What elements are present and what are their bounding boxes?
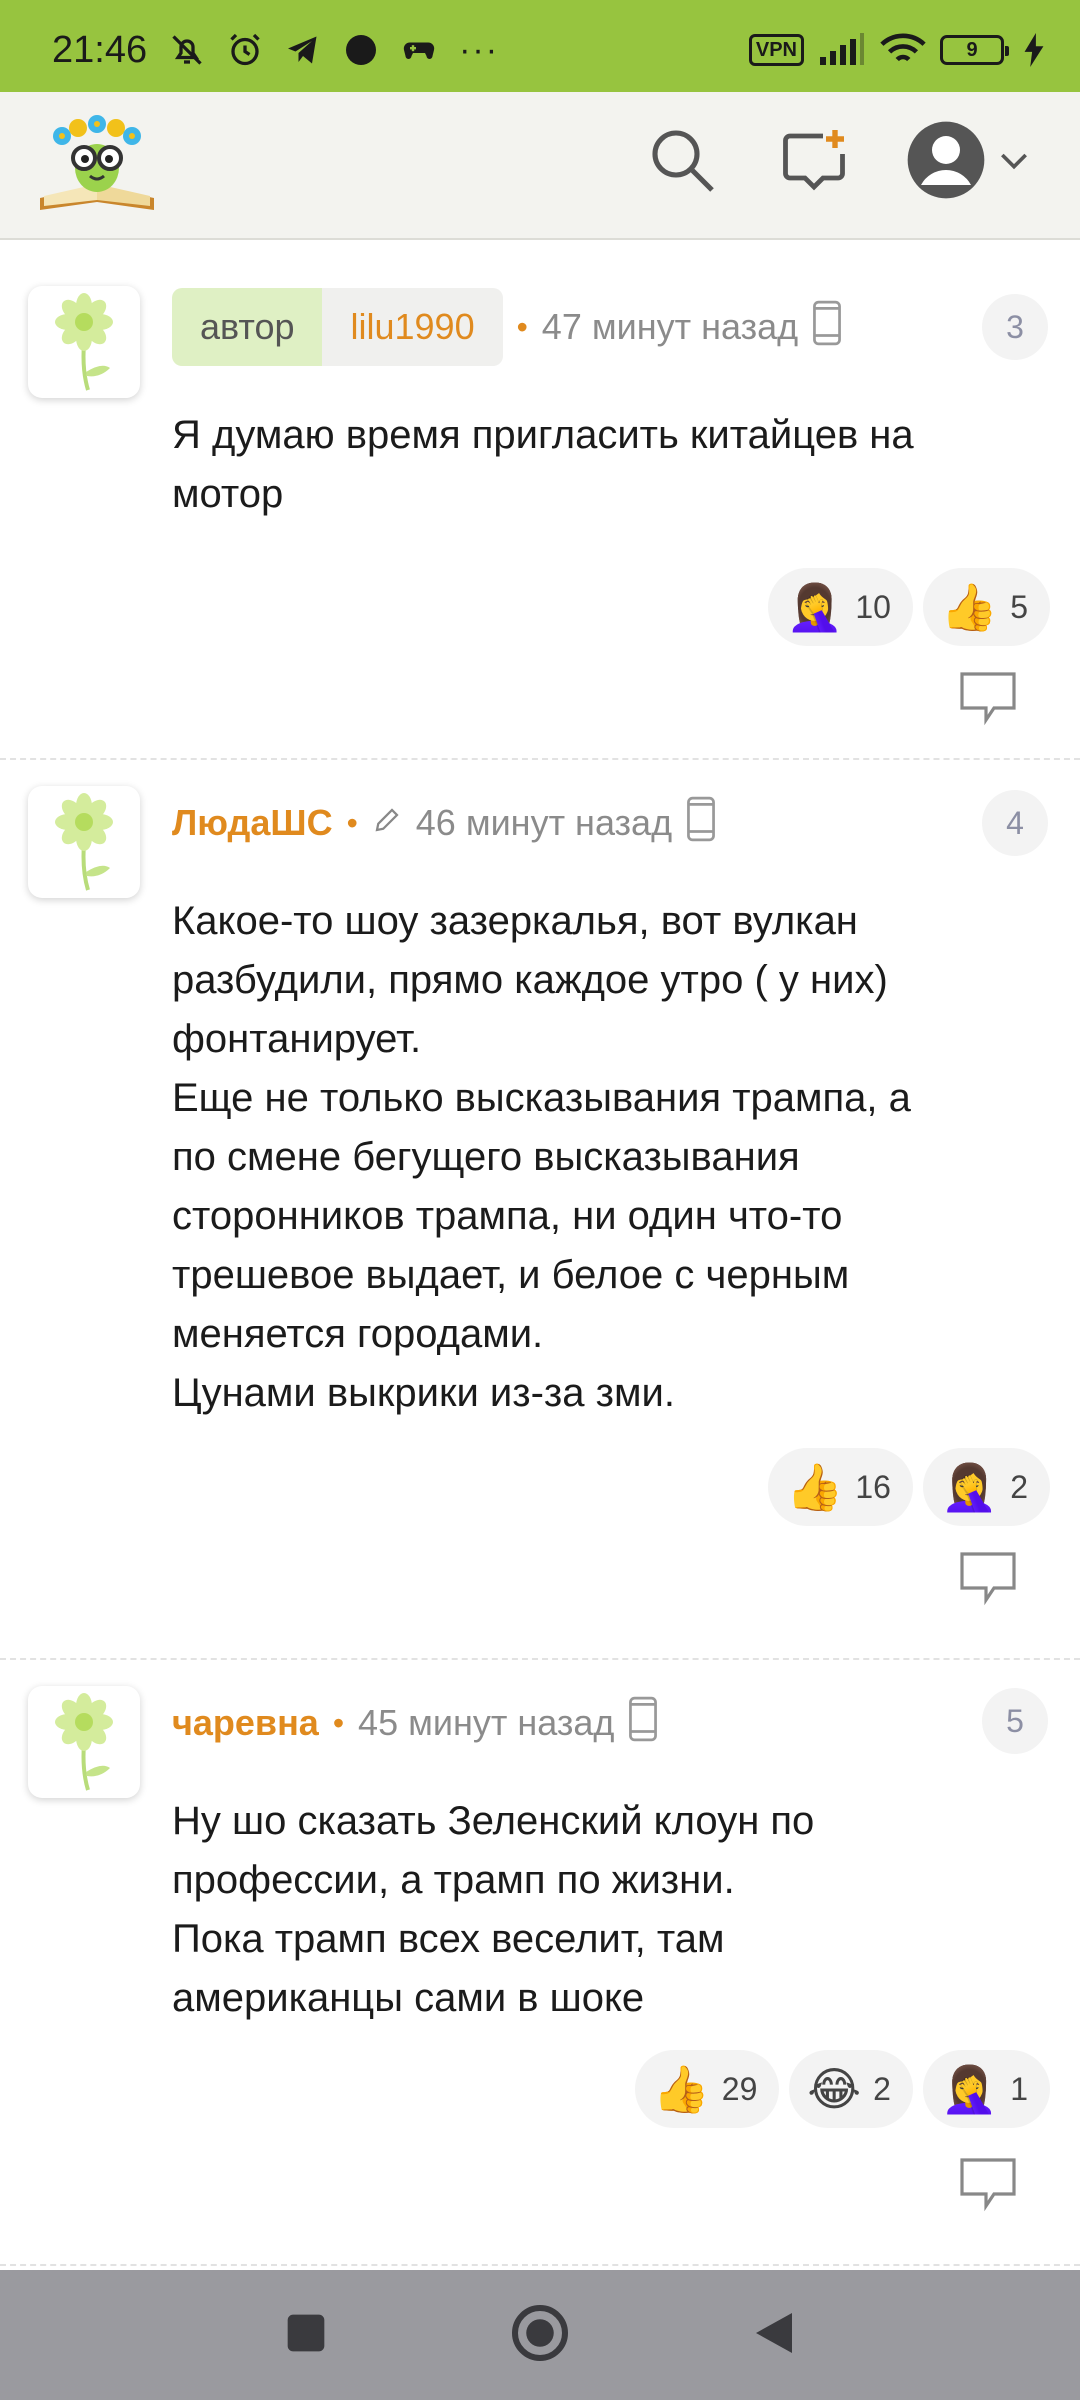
reaction-button[interactable]: 👍 16 — [768, 1448, 913, 1526]
comment-item: чаревна • 45 минут назад 5 Ну шо сказать… — [0, 1660, 1080, 2266]
app-header — [0, 92, 1080, 240]
gamepad-icon — [401, 32, 437, 68]
wifi-icon — [880, 32, 926, 68]
comment-time[interactable]: 47 минут назад — [542, 306, 798, 348]
reply-icon — [958, 1552, 1018, 1610]
thumbs-up-emoji-icon: 👍 — [940, 581, 999, 633]
reaction-button[interactable]: 🤦‍♀️ 2 — [922, 1448, 1050, 1526]
comment-text: Я думаю время пригласить китайцев на мот… — [172, 413, 914, 516]
reply-button[interactable] — [958, 2156, 1018, 2212]
comment-time[interactable]: 45 минут назад — [358, 1702, 614, 1744]
battery-level: 9 — [966, 38, 978, 61]
reply-button[interactable] — [958, 670, 1018, 726]
reaction-count: 10 — [855, 588, 891, 625]
author-label: автор — [172, 288, 323, 366]
reaction-count: 5 — [1010, 588, 1028, 625]
reactions: 🤦‍♀️ 10 👍 5 — [768, 568, 1050, 646]
signal-icon — [818, 33, 866, 67]
telegram-icon — [285, 32, 321, 68]
mobile-device-icon — [628, 1696, 658, 1751]
comment-number[interactable]: 5 — [982, 1688, 1048, 1754]
author-tag[interactable]: автор lilu1990 — [172, 288, 503, 366]
mobile-device-icon — [812, 300, 842, 355]
back-triangle-icon — [752, 2308, 796, 2363]
separator-dot: • — [332, 1704, 345, 1741]
facepalm-emoji-icon: 🤦‍♀️ — [940, 2063, 999, 2115]
search-icon — [646, 124, 718, 201]
status-time: 21:46 — [52, 28, 148, 71]
reaction-button[interactable]: 🤦‍♀️ 10 — [768, 568, 913, 646]
reaction-count: 2 — [873, 2070, 891, 2107]
reactions: 👍 29 😂 2 🤦‍♀️ 1 — [634, 2050, 1050, 2128]
username[interactable]: чаревна — [172, 1702, 319, 1744]
profile-avatar-icon — [906, 120, 986, 205]
comment-meta: ЛюдаШС • 46 минут назад — [172, 784, 716, 862]
vpn-badge: VPN — [748, 34, 804, 66]
alarm-icon — [227, 32, 263, 68]
bell-off-icon — [169, 32, 205, 68]
thumbs-up-emoji-icon: 👍 — [786, 1461, 844, 1513]
reply-icon — [958, 672, 1018, 730]
profile-menu-button[interactable] — [900, 120, 1040, 205]
avatar[interactable] — [28, 786, 140, 898]
reaction-count: 2 — [1010, 1468, 1028, 1505]
laughing-emoji-icon: 😂 — [807, 2063, 862, 2115]
mobile-device-icon — [686, 796, 716, 851]
comment-text: Ну шо сказать Зеленский клоун по професс… — [172, 1799, 815, 2020]
facepalm-emoji-icon: 🤦‍♀️ — [786, 581, 844, 633]
new-post-button[interactable] — [774, 122, 854, 202]
reactions: 👍 16 🤦‍♀️ 2 — [768, 1448, 1050, 1526]
status-right: VPN 9 — [748, 30, 1044, 70]
comment-time[interactable]: 46 минут назад — [416, 802, 672, 844]
username[interactable]: lilu1990 — [322, 288, 503, 366]
battery-indicator: 9 — [940, 35, 1009, 65]
reaction-count: 1 — [1010, 2070, 1028, 2107]
status-bar: 21:46 ··· VPN 9 — [0, 0, 1080, 92]
charging-icon — [1024, 33, 1044, 67]
more-icon: ··· — [459, 30, 500, 69]
username[interactable]: ЛюдаШС — [172, 802, 333, 844]
recents-button[interactable] — [276, 2305, 336, 2365]
edited-pencil-icon — [372, 802, 402, 844]
separator-dot: • — [516, 308, 528, 345]
back-button[interactable] — [744, 2305, 804, 2365]
comment-number[interactable]: 3 — [982, 294, 1048, 360]
comment-meta: автор lilu1990 • 47 минут назад — [172, 288, 842, 366]
system-nav-bar — [0, 2270, 1080, 2400]
site-logo[interactable] — [34, 106, 160, 214]
comment-text: Какое-то шоу зазеркалья, вот вулкан разб… — [172, 899, 911, 1415]
avatar[interactable] — [28, 1686, 140, 1798]
reply-button[interactable] — [958, 1550, 1018, 1606]
comment-number[interactable]: 4 — [982, 790, 1048, 856]
recents-square-icon — [284, 2311, 328, 2360]
comment-item: ЛюдаШС • 46 минут назад 4 Какое-то шоу з… — [0, 760, 1080, 1660]
avatar[interactable] — [28, 286, 140, 398]
reaction-button[interactable]: 😂 2 — [789, 2050, 913, 2128]
reaction-button[interactable]: 👍 5 — [922, 568, 1050, 646]
thumbs-up-emoji-icon: 👍 — [652, 2063, 710, 2115]
reaction-button[interactable]: 👍 29 — [634, 2050, 780, 2128]
reaction-count: 29 — [721, 2070, 758, 2107]
comment-item: автор lilu1990 • 47 минут назад 3 Я дума… — [0, 260, 1080, 760]
new-post-icon — [778, 124, 850, 201]
home-button[interactable] — [510, 2303, 570, 2368]
search-button[interactable] — [642, 122, 722, 202]
reply-icon — [958, 2158, 1018, 2216]
separator-dot: • — [346, 804, 358, 841]
comment-meta: чаревна • 45 минут назад — [172, 1684, 658, 1762]
facepalm-emoji-icon: 🤦‍♀️ — [940, 1461, 999, 1513]
reaction-button[interactable]: 🤦‍♀️ 1 — [922, 2050, 1050, 2128]
chevron-down-icon — [994, 140, 1034, 185]
home-circle-icon — [510, 2303, 570, 2368]
dot-icon — [343, 32, 379, 68]
reaction-count: 16 — [855, 1468, 891, 1505]
status-left: 21:46 ··· — [52, 28, 500, 71]
